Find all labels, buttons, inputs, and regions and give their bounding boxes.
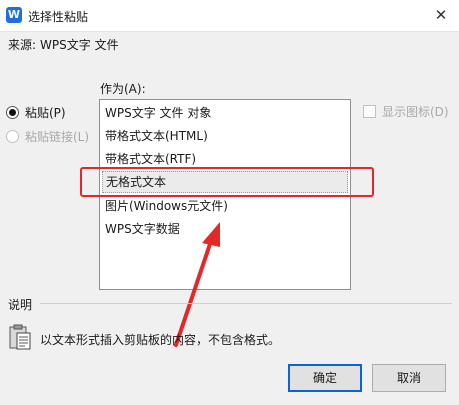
cancel-button[interactable]: 取消 [372,364,446,392]
clipboard-icon [9,324,31,350]
display-as-icon-option: 显示图标(D) [363,103,449,120]
description-text: 以文本形式插入剪贴板的内容，不包含格式。 [40,333,281,347]
description-label: 说明 [8,298,33,312]
section-divider [40,303,452,304]
ok-button[interactable]: 确定 [288,364,362,392]
display-as-icon-checkbox [363,105,376,118]
display-as-icon-label: 显示图标(D) [382,105,449,119]
